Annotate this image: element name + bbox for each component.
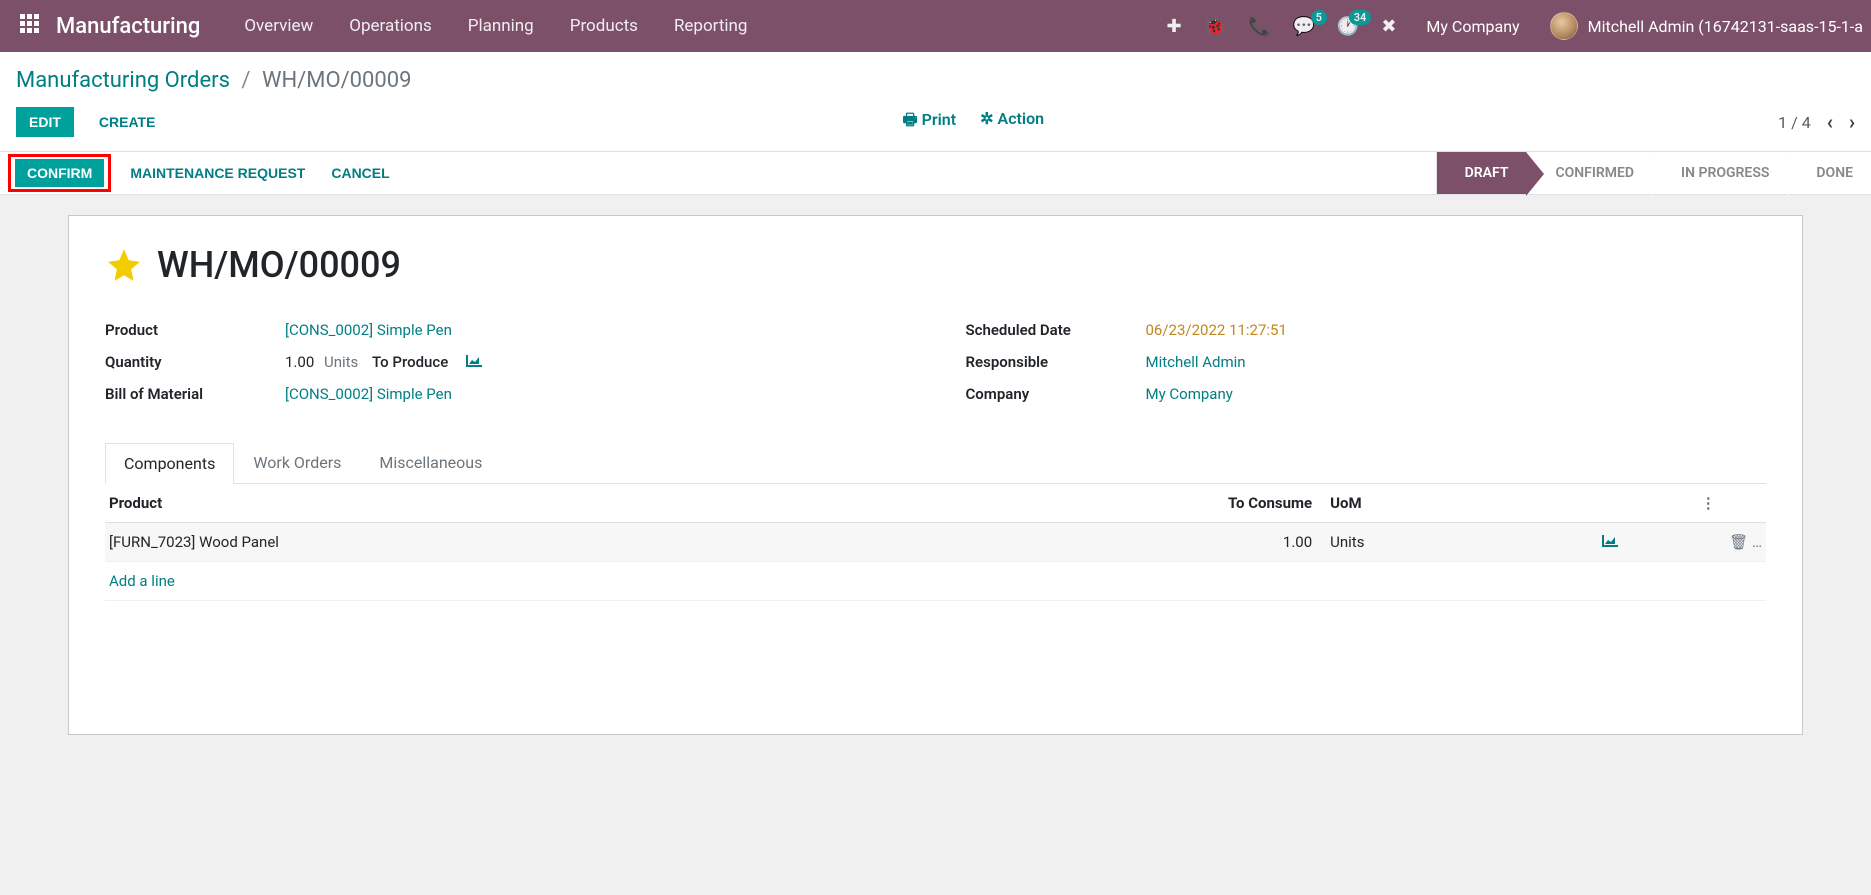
company-label: Company (966, 385, 1146, 403)
star-icon[interactable] (105, 246, 143, 284)
row-uom: Units (1316, 523, 1524, 562)
responsible-label: Responsible (966, 353, 1146, 371)
add-line-row[interactable]: Add a line (105, 562, 1766, 601)
bom-value[interactable]: [CONS_0002] Simple Pen (285, 385, 452, 403)
bom-label: Bill of Material (105, 385, 285, 403)
col-product: Product (105, 484, 1143, 523)
cancel-button[interactable]: Cancel (318, 158, 402, 188)
apps-icon[interactable] (20, 14, 44, 38)
field-company: Company My Company (966, 378, 1767, 410)
pager-next-icon[interactable]: › (1849, 110, 1855, 134)
row-forecast-icon[interactable] (1524, 523, 1697, 562)
table-row[interactable]: [FURN_7023] Wood Panel 1.00 Units 🗑 … (105, 523, 1766, 562)
form-sheet: WH/MO/00009 Product [CONS_0002] Simple P… (68, 215, 1803, 735)
add-line[interactable]: Add a line (105, 562, 1766, 601)
responsible-value[interactable]: Mitchell Admin (1146, 353, 1246, 371)
confirm-highlight: Confirm (8, 154, 111, 192)
fields-grid: Product [CONS_0002] Simple Pen Quantity … (105, 314, 1766, 410)
col-uom: UoM (1316, 484, 1524, 523)
table-header-row: Product To Consume UoM ⋮ (105, 484, 1766, 523)
row-product: [FURN_7023] Wood Panel (105, 523, 1143, 562)
title-row: WH/MO/00009 (105, 244, 1766, 286)
nav-planning[interactable]: Planning (452, 8, 550, 44)
tab-miscellaneous[interactable]: Miscellaneous (360, 442, 501, 483)
forecast-icon[interactable] (466, 355, 482, 371)
edit-button[interactable]: Edit (16, 107, 74, 137)
activities-badge: 34 (1349, 10, 1372, 25)
breadcrumb-parent[interactable]: Manufacturing Orders (16, 68, 230, 93)
messages-icon[interactable]: 💬5 (1292, 16, 1314, 37)
status-step-draft[interactable]: Draft (1436, 152, 1527, 194)
tabs: Components Work Orders Miscellaneous (105, 442, 1766, 484)
print-button[interactable]: 🖶 Print (903, 109, 957, 136)
control-panel: Manufacturing Orders / WH/MO/00009 Edit … (0, 52, 1871, 151)
field-quantity: Quantity 1.00 Units To Produce (105, 346, 906, 378)
company-value[interactable]: My Company (1146, 385, 1233, 403)
user-name: Mitchell Admin (16742131-saas-15-1-a (1588, 17, 1863, 36)
create-button[interactable]: Create (86, 107, 169, 137)
row-delete-icon[interactable]: 🗑 … (1697, 523, 1766, 562)
avatar (1550, 12, 1578, 40)
breadcrumb-current: WH/MO/00009 (262, 68, 412, 93)
quantity-label: Quantity (105, 353, 285, 371)
phone-icon[interactable]: 📞 (1248, 16, 1270, 37)
nav-products[interactable]: Products (554, 8, 654, 44)
product-label: Product (105, 321, 285, 339)
scheduled-label: Scheduled Date (966, 321, 1146, 339)
col-to-consume: To Consume (1143, 484, 1316, 523)
field-responsible: Responsible Mitchell Admin (966, 346, 1767, 378)
action-button[interactable]: ✲ Action (980, 109, 1044, 136)
field-product: Product [CONS_0002] Simple Pen (105, 314, 906, 346)
status-bar: Confirm Maintenance Request Cancel Draft… (0, 151, 1871, 195)
nav-right: ✚ 🐞 📞 💬5 🕐34 ✖ My Company Mitchell Admin… (1167, 12, 1863, 40)
user-menu[interactable]: Mitchell Admin (16742131-saas-15-1-a (1550, 12, 1863, 40)
pager[interactable]: 1 / 4 (1778, 113, 1811, 132)
nav-operations[interactable]: Operations (333, 8, 448, 44)
record-title: WH/MO/00009 (157, 244, 401, 286)
col-options-icon[interactable]: ⋮ (1697, 484, 1766, 523)
bug-icon[interactable]: 🐞 (1204, 16, 1226, 37)
messages-badge: 5 (1311, 10, 1327, 25)
pager-prev-icon[interactable]: ‹ (1827, 110, 1833, 134)
clock-icon[interactable]: 🕐34 (1337, 16, 1359, 37)
tab-components[interactable]: Components (105, 443, 234, 484)
breadcrumb-sep: / (241, 68, 250, 93)
product-value[interactable]: [CONS_0002] Simple Pen (285, 321, 452, 339)
status-step-confirmed[interactable]: Confirmed (1526, 152, 1652, 194)
top-nav: Manufacturing Overview Operations Planni… (0, 0, 1871, 52)
field-scheduled: Scheduled Date 06/23/2022 11:27:51 (966, 314, 1767, 346)
plus-icon[interactable]: ✚ (1167, 16, 1182, 37)
nav-reporting[interactable]: Reporting (658, 8, 764, 44)
scheduled-value: 06/23/2022 11:27:51 (1146, 321, 1287, 339)
nav-menu: Overview Operations Planning Products Re… (228, 8, 763, 44)
confirm-button[interactable]: Confirm (15, 159, 104, 187)
row-to-consume: 1.00 (1143, 523, 1316, 562)
maintenance-button[interactable]: Maintenance Request (117, 158, 318, 188)
tools-icon[interactable]: ✖ (1381, 16, 1396, 37)
nav-overview[interactable]: Overview (228, 8, 329, 44)
field-bom: Bill of Material [CONS_0002] Simple Pen (105, 378, 906, 410)
breadcrumb: Manufacturing Orders / WH/MO/00009 (16, 68, 1855, 93)
company-selector[interactable]: My Company (1426, 17, 1519, 36)
components-table: Product To Consume UoM ⋮ [FURN_7023] Woo… (105, 484, 1766, 601)
tab-work-orders[interactable]: Work Orders (234, 442, 360, 483)
form-wrap: WH/MO/00009 Product [CONS_0002] Simple P… (0, 195, 1871, 755)
app-title[interactable]: Manufacturing (56, 14, 200, 39)
quantity-value: 1.00 Units To Produce (285, 353, 482, 371)
status-step-inprogress[interactable]: In Progress (1652, 152, 1787, 194)
